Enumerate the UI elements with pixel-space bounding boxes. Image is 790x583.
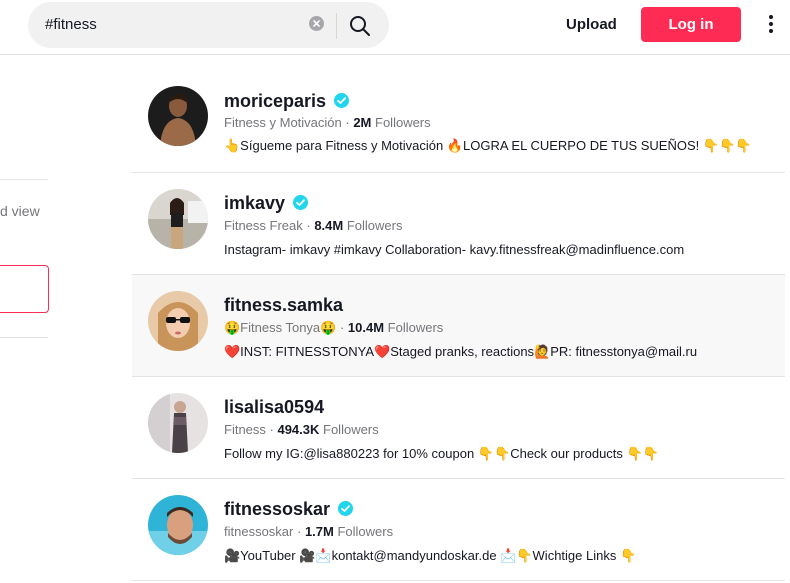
follower-count: 2M xyxy=(353,115,372,130)
user-bio: 🎥YouTuber 🎥📩kontakt@mandyundoskar.de 📩👇W… xyxy=(224,548,637,563)
search-divider xyxy=(336,13,337,39)
search-icon[interactable] xyxy=(348,14,372,38)
user-bio: ❤️INST: FITNESSTONYA❤️Staged pranks, rea… xyxy=(224,344,698,359)
username[interactable]: imkavy xyxy=(224,193,309,214)
follower-count: 494.3K xyxy=(277,422,320,437)
nickname: fitnessoskar xyxy=(224,524,294,539)
user-meta: Fitness Freak · 8.4M Followers xyxy=(224,218,403,233)
followers-label: Followers xyxy=(375,115,431,130)
username[interactable]: lisalisa0594 xyxy=(224,397,324,418)
user-meta: Fitness · 494.3K Followers xyxy=(224,422,379,437)
user-meta: fitnessoskar · 1.7M Followers xyxy=(224,524,394,539)
user-result-row[interactable]: fitness.samka 🤑Fitness Tonya🤑 · 10.4M Fo… xyxy=(132,275,785,377)
user-bio: Instagram- imkavy #imkavy Collaboration-… xyxy=(224,242,685,257)
user-meta: 🤑Fitness Tonya🤑 · 10.4M Followers xyxy=(224,320,444,335)
user-meta: Fitness y Motivación · 2M Followers xyxy=(224,115,431,130)
followers-label: Followers xyxy=(387,320,444,335)
sidebar-login-button[interactable] xyxy=(0,265,49,313)
nickname: Fitness xyxy=(224,422,266,437)
follower-count: 8.4M xyxy=(314,218,344,233)
username[interactable]: fitnessoskar xyxy=(224,499,354,520)
clear-search-icon[interactable] xyxy=(309,16,324,31)
username-text[interactable]: moriceparis xyxy=(224,91,326,111)
nickname: Fitness y Motivación xyxy=(224,115,342,130)
avatar[interactable] xyxy=(148,393,208,453)
search-input[interactable]: #fitness xyxy=(45,16,97,33)
verified-badge-icon xyxy=(293,195,309,210)
nickname: Fitness Freak xyxy=(224,218,303,233)
search-bar[interactable]: #fitness xyxy=(28,2,389,48)
user-result-row[interactable]: fitnessoskar fitnessoskar · 1.7M Followe… xyxy=(132,479,785,581)
nickname: 🤑Fitness Tonya🤑 xyxy=(224,320,337,335)
follower-count: 10.4M xyxy=(347,320,385,335)
username-text[interactable]: imkavy xyxy=(224,193,285,213)
user-bio: 👆Sígueme para Fitness y Motivación 🔥LOGR… xyxy=(224,138,752,153)
verified-badge-icon xyxy=(338,501,354,516)
upload-button[interactable]: Upload xyxy=(566,16,617,33)
verified-badge-icon xyxy=(334,93,350,108)
more-options-icon[interactable] xyxy=(765,15,777,35)
follower-count: 1.7M xyxy=(304,524,334,539)
user-bio: Follow my IG:@lisa880223 for 10% coupon … xyxy=(224,446,659,461)
username-text[interactable]: lisalisa0594 xyxy=(224,397,324,417)
followers-label: Followers xyxy=(323,422,379,437)
avatar[interactable] xyxy=(148,86,208,146)
top-header: #fitness Upload Log in xyxy=(0,0,790,55)
username[interactable]: fitness.samka xyxy=(224,295,343,316)
sidebar-divider xyxy=(0,337,48,338)
sidebar-partial-text[interactable]: d view xyxy=(0,203,40,219)
user-result-row[interactable]: imkavy Fitness Freak · 8.4M Followers In… xyxy=(132,173,785,275)
sidebar-divider xyxy=(0,179,48,180)
user-result-row[interactable]: lisalisa0594 Fitness · 494.3K Followers … xyxy=(132,377,785,479)
followers-label: Followers xyxy=(337,524,394,539)
username-text[interactable]: fitness.samka xyxy=(224,295,343,315)
user-result-row[interactable]: moriceparis Fitness y Motivación · 2M Fo… xyxy=(132,70,785,173)
avatar[interactable] xyxy=(148,495,208,555)
username-text[interactable]: fitnessoskar xyxy=(224,499,330,519)
avatar[interactable] xyxy=(148,189,208,249)
login-button[interactable]: Log in xyxy=(641,7,741,42)
avatar[interactable] xyxy=(148,291,208,351)
user-results-list: moriceparis Fitness y Motivación · 2M Fo… xyxy=(132,70,785,581)
username[interactable]: moriceparis xyxy=(224,91,350,112)
followers-label: Followers xyxy=(346,218,403,233)
